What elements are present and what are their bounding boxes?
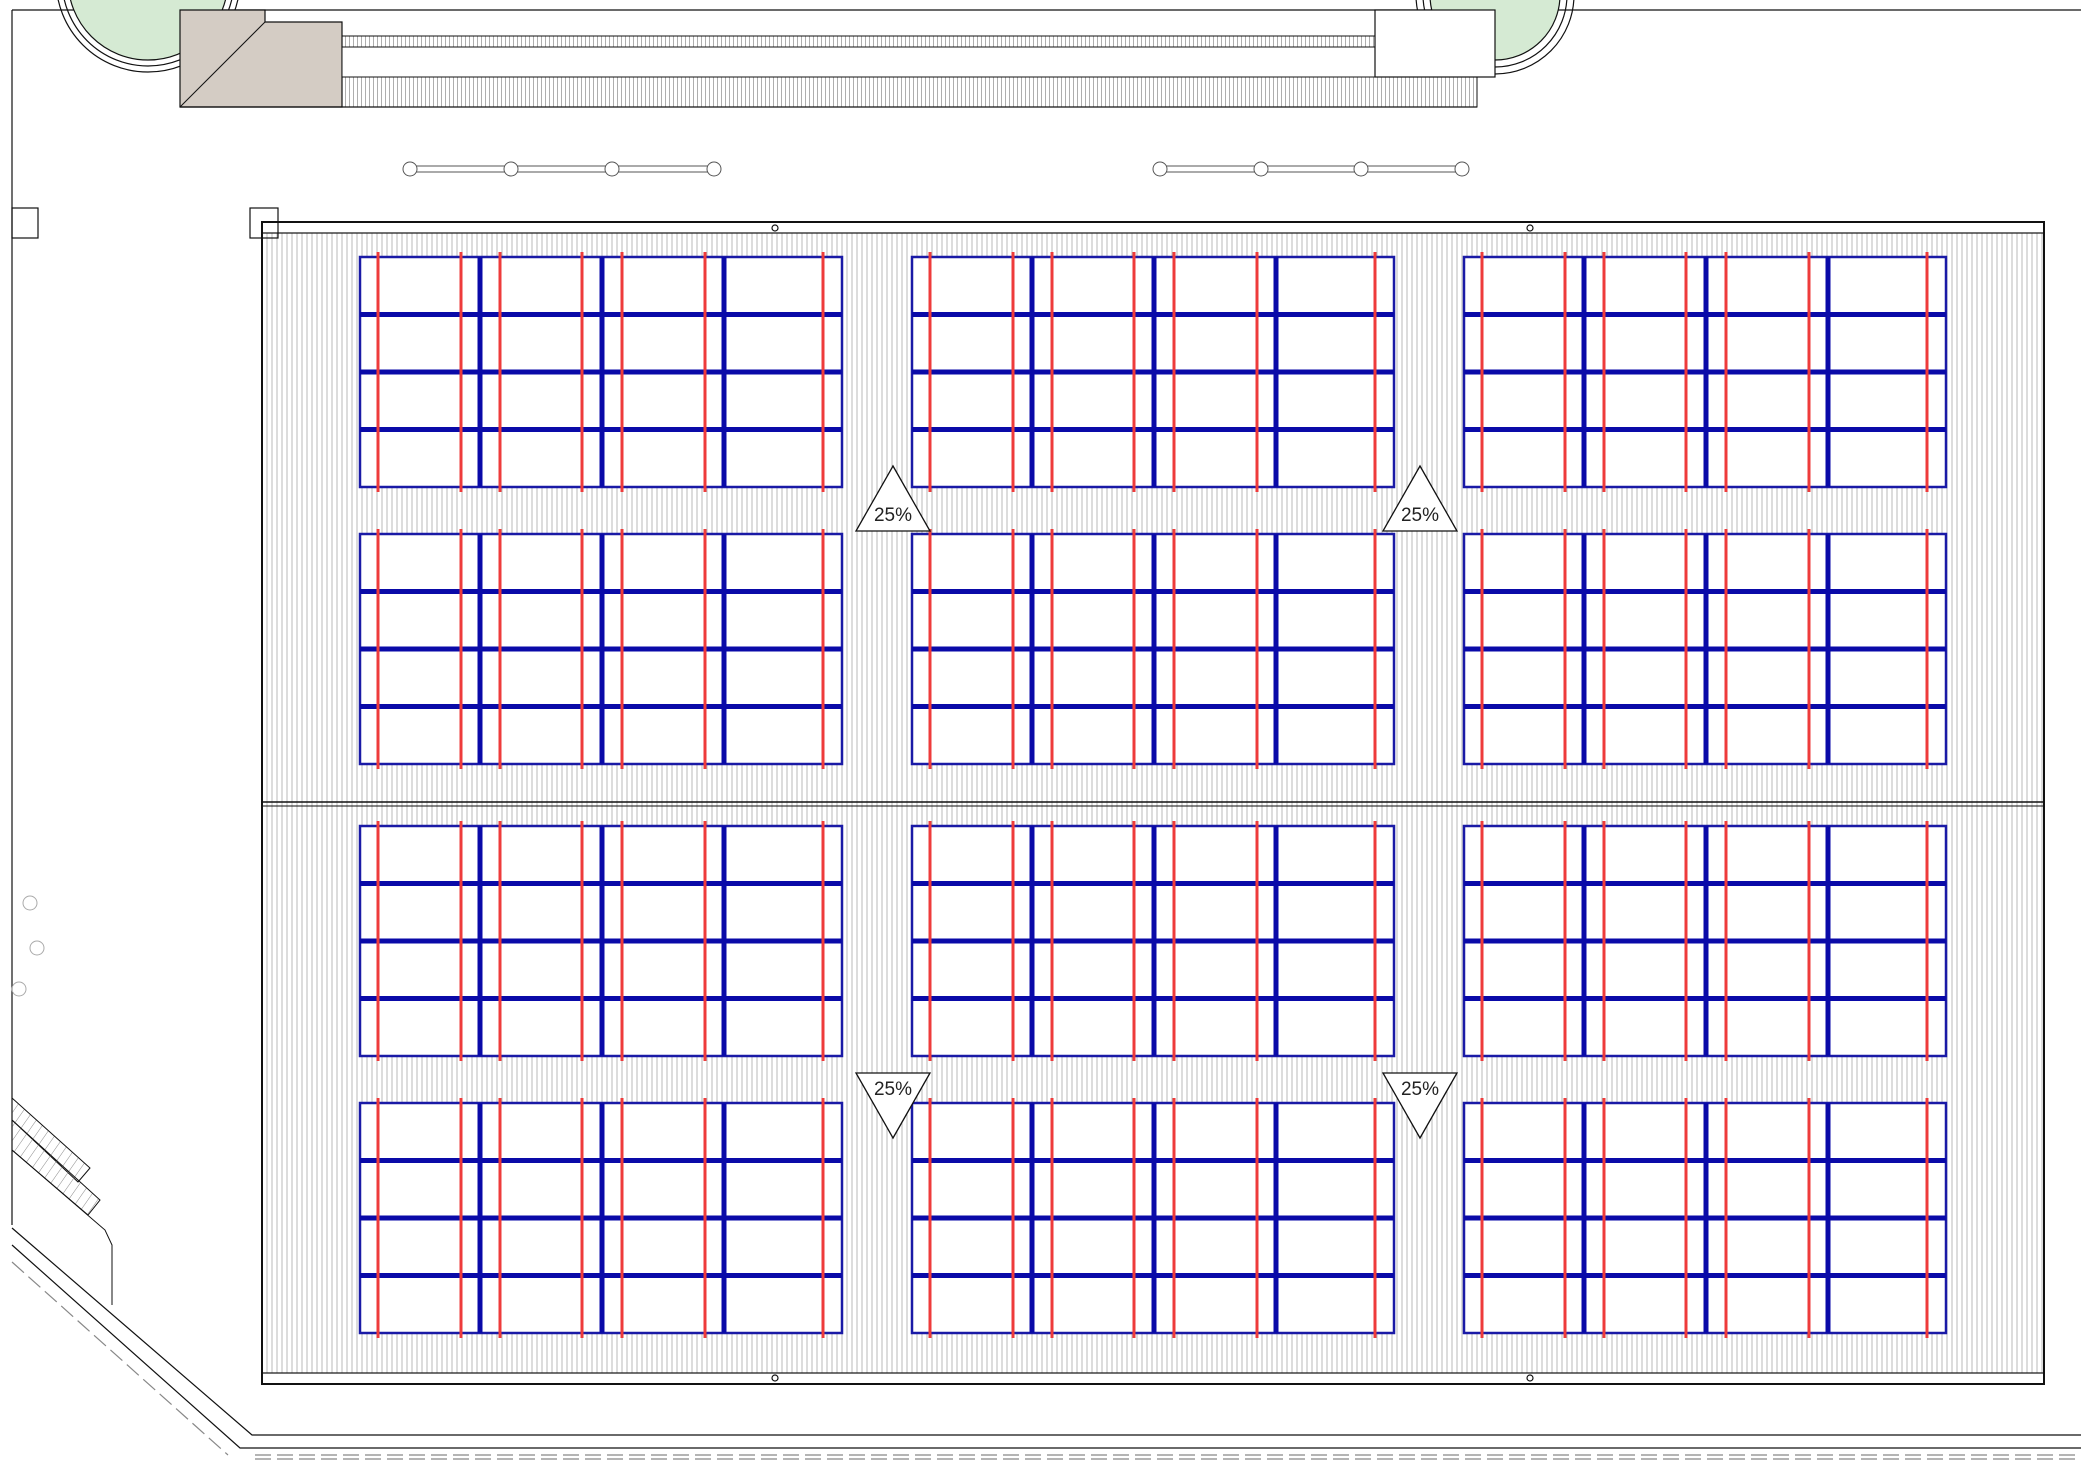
pv-array-10: [358, 1098, 844, 1338]
pv-array-4: [358, 529, 844, 769]
lighting-row-left: [402, 161, 722, 177]
left-edge-markers: [11, 895, 45, 997]
pv-array-1: [358, 252, 844, 492]
slope-label: 25%: [1401, 1079, 1439, 1100]
pv-array-9: [1462, 821, 1948, 1061]
stair-bottom-left: [11, 1096, 113, 1305]
slope-label: 25%: [1401, 505, 1439, 526]
entrance-canopy: [179, 9, 1496, 108]
roof-plan-drawing: 25% 25% 25% 25%: [11, 0, 2081, 1460]
pv-array-2: [910, 252, 1396, 492]
pv-array-3: [1462, 252, 1948, 492]
pv-array-5: [910, 529, 1396, 769]
pv-array-11: [910, 1098, 1396, 1338]
pv-array-7: [358, 821, 844, 1061]
pv-array-8: [910, 821, 1396, 1061]
pv-array-6: [1462, 529, 1948, 769]
slope-label: 25%: [874, 1079, 912, 1100]
lighting-row-right: [1152, 161, 1470, 177]
slope-label: 25%: [874, 505, 912, 526]
pv-array-12: [1462, 1098, 1948, 1338]
